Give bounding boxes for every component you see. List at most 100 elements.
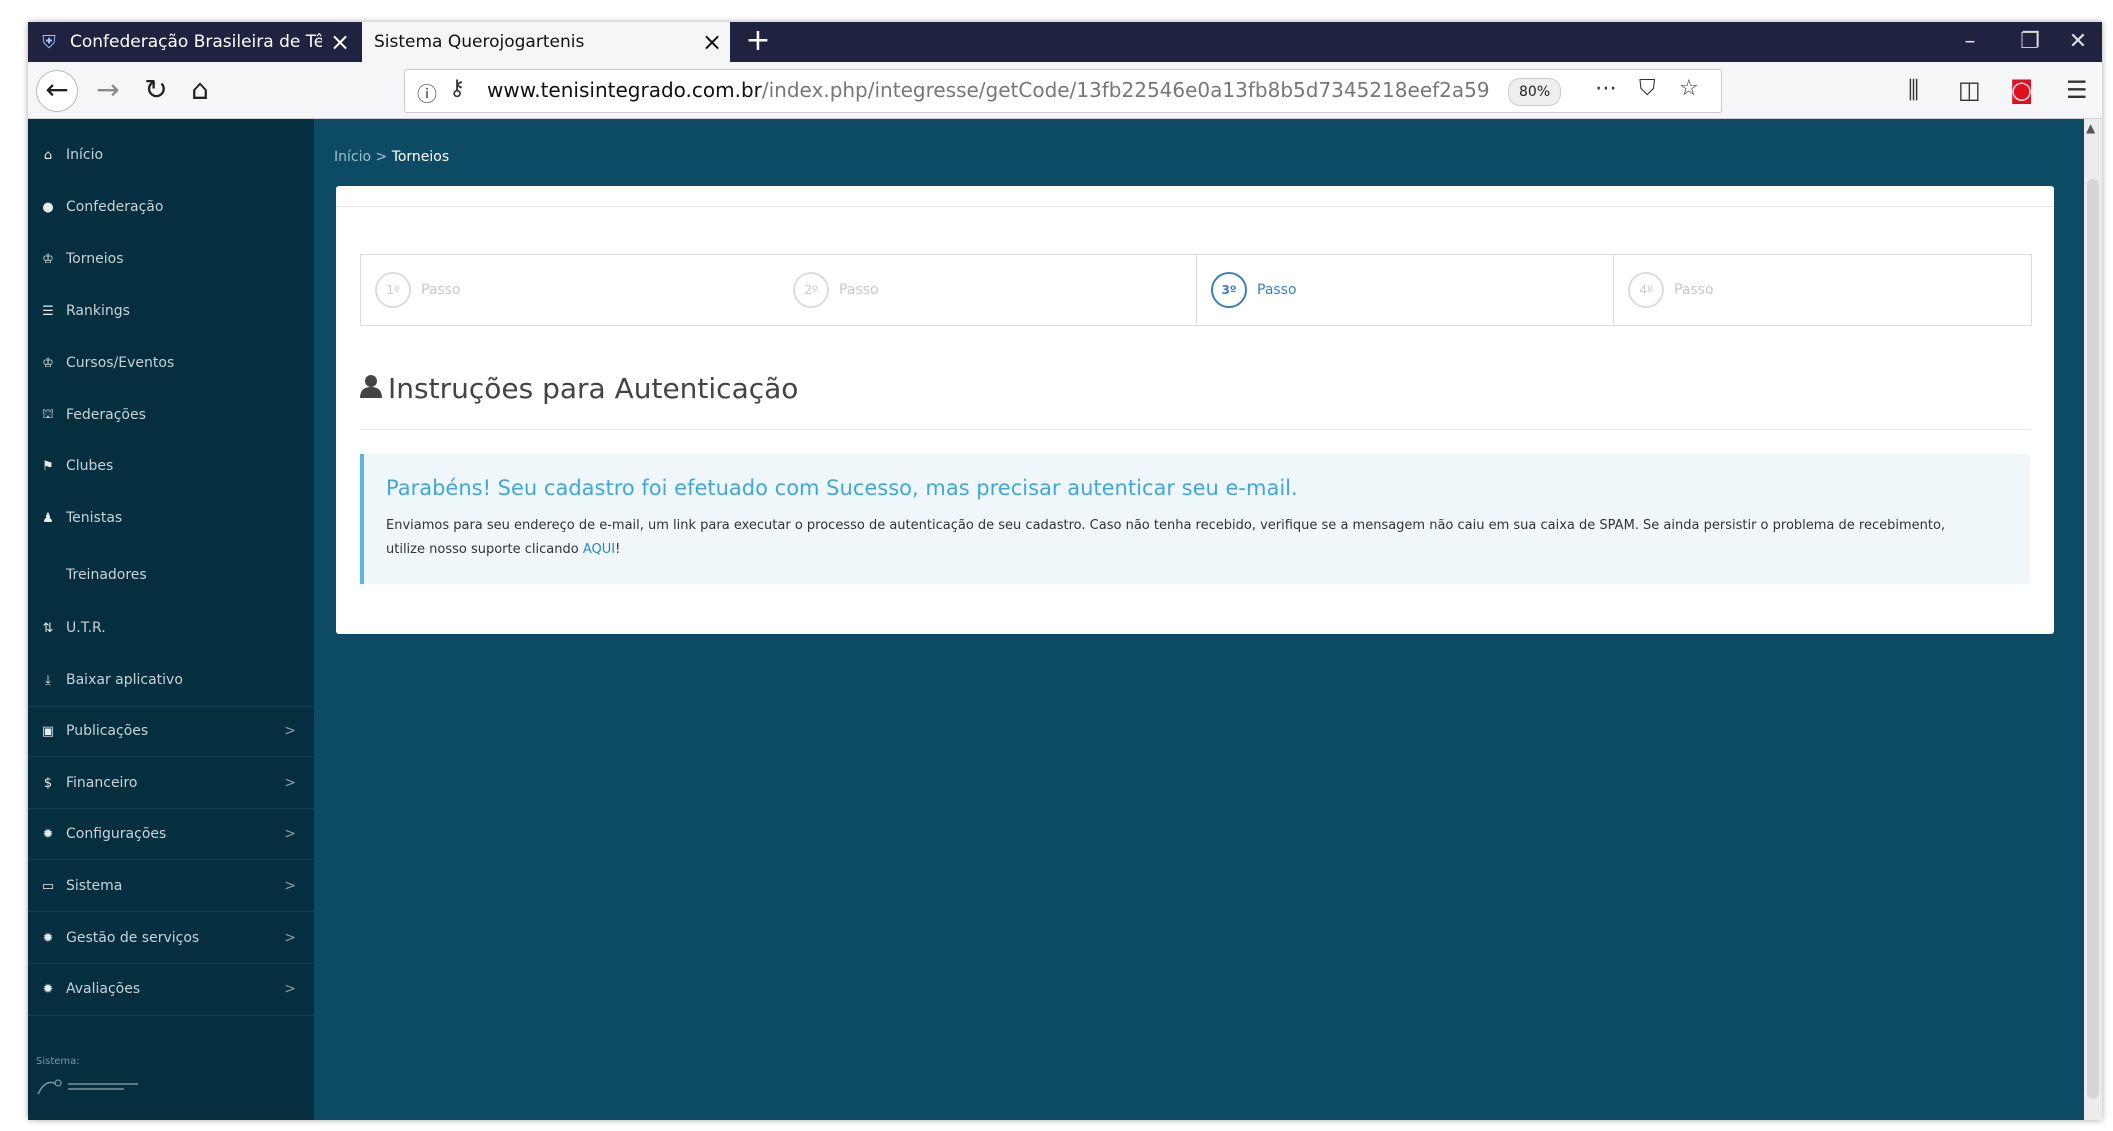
gear-icon: ✹ — [42, 930, 54, 946]
pocket-icon[interactable]: ⛉ — [1639, 76, 1656, 101]
sidebar-item-label: Sistema — [66, 878, 123, 894]
sidebar-item-label: Torneios — [66, 251, 124, 267]
new-tab-button[interactable]: + — [738, 24, 778, 60]
sidebar-divider — [28, 859, 314, 860]
trophy-icon: ♔ — [42, 251, 54, 267]
sidebar-item-treinadores[interactable]: Treinadores — [28, 553, 314, 597]
success-alert: Parabéns! Seu cadastro foi efetuado com … — [360, 454, 2030, 584]
step-4: 4º Passo — [1614, 255, 2030, 325]
step-wizard: 1º Passo 2º Passo 3º Passo 4º Passo — [360, 254, 2032, 326]
shield-icon: ⛨ — [42, 31, 56, 53]
sidebar-item-label: Financeiro — [66, 775, 138, 791]
sidebar-item-label: Rankings — [66, 303, 130, 319]
sidebar-item-label: Início — [66, 147, 104, 163]
step-number: 3º — [1211, 272, 1247, 308]
extension-icon[interactable]: ◙ — [2010, 76, 2033, 104]
back-icon[interactable]: ← — [36, 70, 78, 112]
sort-numeric-icon: ⇅ — [42, 620, 54, 636]
step-label: Passo — [421, 282, 461, 298]
sidebar-item-clubes[interactable]: ⚑ Clubes — [28, 444, 314, 488]
sidebar-item-sistema[interactable]: ▭ Sistema > — [28, 864, 314, 908]
sidebar-item-rankings[interactable]: ☰ Rankings — [28, 289, 314, 333]
nav-bar: ← → ↻ ⌂ ⓘ ⚷ www.tenisintegrado.com.br/in… — [28, 62, 2102, 119]
step-number: 2º — [793, 272, 829, 308]
step-2: 2º Passo — [779, 255, 1195, 325]
sidebar-item-tenistas[interactable]: ♟ Tenistas — [28, 496, 314, 540]
user-icon-graphic — [360, 374, 382, 398]
sidebar-item-cursos-eventos[interactable]: ♔ Cursos/Eventos — [28, 341, 314, 385]
sidebar-divider — [28, 756, 314, 757]
chevron-right-icon: > — [284, 930, 296, 946]
support-link[interactable]: AQUI — [583, 542, 615, 557]
reload-icon[interactable]: ↻ — [134, 70, 178, 110]
bookmark-star-icon[interactable]: ☆ — [1679, 76, 1699, 101]
step-number: 1º — [375, 272, 411, 308]
sidebar-item-avaliacoes[interactable]: ✹ Avaliações > — [28, 967, 314, 1011]
page-title: Instruções para Autenticação — [388, 372, 799, 405]
alert-end: ! — [615, 542, 621, 557]
menu-icon[interactable]: ☰ — [2066, 76, 2088, 104]
sidebar-icon[interactable]: ◫ — [1958, 76, 1981, 104]
home-icon: ⌂ — [43, 147, 53, 163]
url-text[interactable]: www.tenisintegrado.com.br/index.php/inte… — [487, 78, 1490, 102]
close-icon[interactable]: × — [694, 28, 730, 56]
sidebar-item-label: Confederação — [66, 199, 164, 215]
users-icon: ♟ — [42, 510, 54, 526]
minimize-icon[interactable]: – — [1940, 22, 2000, 62]
page-scrollbar[interactable]: ▲ — [2084, 119, 2102, 1120]
sidebar-item-gestao-de-servicos[interactable]: ✹ Gestão de serviços > — [28, 916, 314, 960]
sidebar-item-label: Publicações — [66, 723, 149, 739]
sidebar-item-configuracoes[interactable]: ✹ Configurações > — [28, 812, 314, 856]
close-icon[interactable]: × — [322, 28, 358, 56]
sidebar-divider — [28, 1015, 314, 1016]
info-icon[interactable]: ⓘ — [417, 78, 437, 107]
sidebar-divider — [28, 808, 314, 809]
home-icon[interactable]: ⌂ — [178, 70, 222, 110]
tab-confederacao[interactable]: ⛨ Confederação Brasileira de Tênis × — [28, 22, 358, 62]
sidebar-item-label: Gestão de serviços — [66, 930, 200, 946]
tab-querojogartenis[interactable]: Sistema Querojogartenis × — [362, 22, 730, 62]
breadcrumb-home[interactable]: Início — [334, 149, 371, 165]
breadcrumb-current: Torneios — [391, 149, 450, 165]
sidebar-item-label: Cursos/Eventos — [66, 355, 175, 371]
gear-icon: ✹ — [42, 826, 54, 842]
scrollbar-thumb[interactable] — [2087, 179, 2099, 1099]
library-icon[interactable]: ⫼ — [1908, 76, 1919, 104]
sidebar-item-confederacao[interactable]: ● Confederação — [28, 185, 314, 229]
url-path: /index.php/integresse/getCode/13fb22546e… — [761, 78, 1490, 102]
page-actions-icon[interactable]: ⋯ — [1595, 76, 1617, 101]
sidebar-item-label: U.T.R. — [66, 620, 106, 636]
querojogartenis-logo-graphic — [37, 1079, 138, 1095]
sidebar-item-torneios[interactable]: ♔ Torneios — [28, 237, 314, 281]
sidebar-divider — [28, 911, 314, 912]
sidebar-item-label: Baixar aplicativo — [66, 672, 183, 688]
auth-heading: Instruções para Autenticação — [360, 372, 798, 405]
sidebar-item-inicio[interactable]: ⌂ Início — [28, 133, 314, 177]
sidebar-item-federacoes[interactable]: ⛫ Federações — [28, 393, 314, 437]
globe-icon: ● — [42, 199, 54, 215]
zoom-badge[interactable]: 80% — [1508, 78, 1562, 106]
alert-body: Enviamos para seu endereço de e-mail, um… — [386, 514, 1986, 562]
sidebar-footer-label: Sistema: — [36, 1056, 80, 1067]
sidebar-item-label: Clubes — [66, 458, 114, 474]
forward-icon[interactable]: → — [86, 70, 130, 110]
sidebar-item-publicacoes[interactable]: ▣ Publicações > — [28, 709, 314, 753]
url-bar[interactable]: ⓘ ⚷ www.tenisintegrado.com.br/index.php/… — [404, 69, 1722, 113]
institution-icon: ⛫ — [42, 406, 54, 422]
sidebar-item-financeiro[interactable]: $ Financeiro > — [28, 761, 314, 805]
breadcrumb: Início > Torneios — [334, 149, 449, 165]
sidebar-item-utr[interactable]: ⇅ U.T.R. — [28, 606, 314, 650]
chevron-right-icon: > — [284, 826, 296, 842]
scroll-up-icon[interactable]: ▲ — [2086, 121, 2095, 135]
sidebar-item-baixar-aplicativo[interactable]: ⤓ Baixar aplicativo — [28, 658, 314, 702]
sidebar-divider — [28, 963, 314, 964]
url-domain: www.tenisintegrado.com.br — [487, 78, 762, 102]
key-icon[interactable]: ⚷ — [449, 76, 465, 101]
chevron-right-icon: > — [284, 981, 296, 997]
trophy-icon: ♔ — [42, 355, 54, 371]
close-window-icon[interactable]: ✕ — [2048, 22, 2102, 62]
step-1: 1º Passo — [361, 255, 777, 325]
querojogartenis-logo — [36, 1074, 146, 1103]
list-icon: ☰ — [42, 303, 54, 319]
sidebar: ⌂ Início ● Confederação ♔ Torneios ☰ Ranking… — [28, 119, 314, 1120]
